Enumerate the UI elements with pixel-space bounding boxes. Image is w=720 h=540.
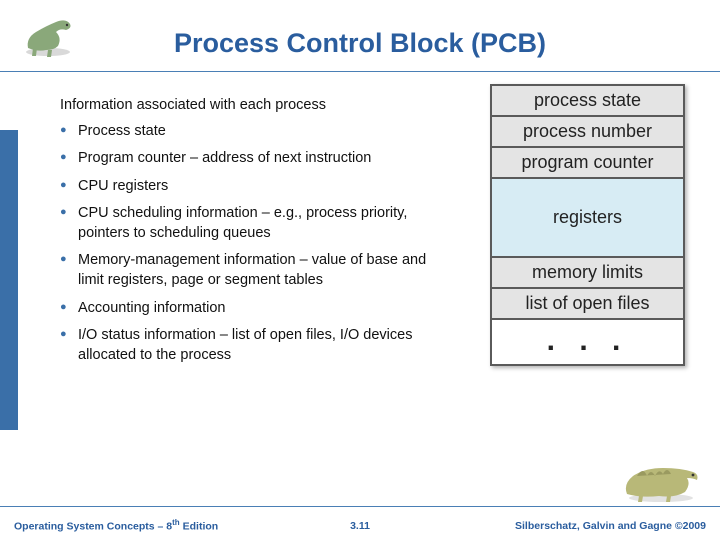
- list-item: I/O status information – list of open fi…: [60, 326, 440, 365]
- dinosaur-icon: [18, 10, 78, 60]
- slide-title: Process Control Block (PCB): [0, 0, 720, 59]
- list-item: Memory-management information – value of…: [60, 251, 440, 290]
- left-accent-bar: [0, 130, 18, 430]
- list-item: CPU registers: [60, 177, 440, 197]
- slide-header: Process Control Block (PCB): [0, 0, 720, 72]
- pcb-row-state: process state: [492, 86, 683, 117]
- dinosaur-footer-icon: [619, 454, 704, 504]
- bullet-list: Process state Program counter – address …: [60, 122, 440, 366]
- list-item: Program counter – address of next instru…: [60, 149, 440, 169]
- pcb-row-pc: program counter: [492, 148, 683, 179]
- body-text: Information associated with each process…: [60, 96, 440, 373]
- list-item: Process state: [60, 122, 440, 142]
- intro-text: Information associated with each process: [60, 96, 440, 116]
- pcb-row-memory: memory limits: [492, 258, 683, 289]
- list-item: Accounting information: [60, 299, 440, 319]
- list-item: CPU scheduling information – e.g., proce…: [60, 204, 440, 243]
- footer-copyright: Silberschatz, Galvin and Gagne ©2009: [515, 520, 706, 532]
- pcb-row-ellipsis: . . .: [492, 320, 683, 364]
- pcb-row-files: list of open files: [492, 289, 683, 320]
- pcb-row-number: process number: [492, 117, 683, 148]
- pcb-row-registers: registers: [492, 179, 683, 258]
- slide-footer: Operating System Concepts – 8th Edition …: [0, 506, 720, 540]
- pcb-diagram: process state process number program cou…: [490, 84, 685, 366]
